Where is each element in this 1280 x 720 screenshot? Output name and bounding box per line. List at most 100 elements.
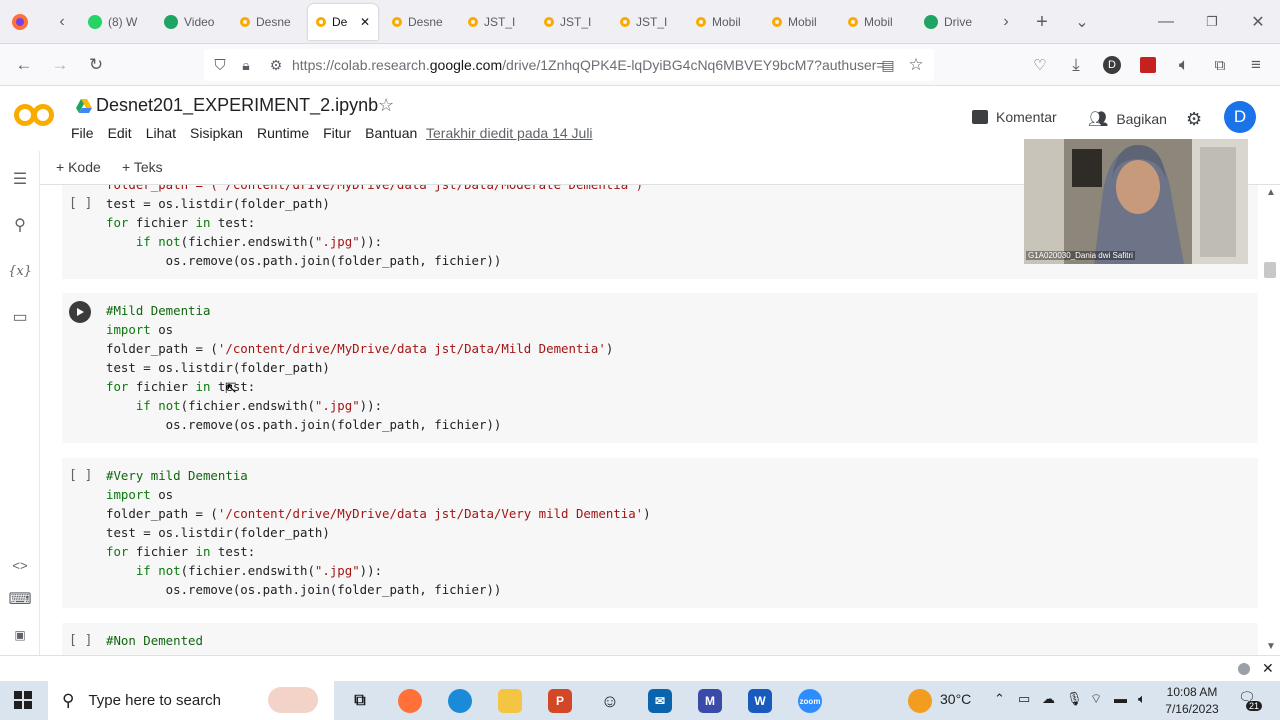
back-icon[interactable]: ← — [12, 54, 36, 76]
drive-icon[interactable] — [76, 99, 92, 113]
tray-app-icon[interactable]: ▭ — [1018, 691, 1030, 707]
cell-run-bracket[interactable]: [ ] — [69, 468, 92, 483]
clock-time: 10:08 AM — [1166, 685, 1218, 699]
file-explorer-icon[interactable] — [498, 689, 522, 713]
colab-logo-icon[interactable] — [14, 101, 58, 129]
taskbar-search-box[interactable]: ⚲ Type here to search — [48, 681, 334, 720]
command-palette-icon[interactable]: ⌨ — [8, 587, 32, 611]
browser-tab[interactable]: Desne — [232, 4, 304, 40]
reader-view-icon[interactable]: ▤ — [876, 54, 900, 76]
scrollbar-thumb[interactable] — [1264, 262, 1276, 278]
add-text-button[interactable]: + Teks — [122, 159, 163, 175]
address-bar[interactable]: https://colab.research. google.com/drive/… — [204, 49, 934, 81]
code-cell-editor[interactable]: folder_path = ('/content/drive/MyDrive/d… — [106, 185, 643, 194]
comment-button[interactable]: Komentar — [972, 109, 1057, 125]
tab-scroll-left-icon[interactable]: ‹ — [50, 10, 74, 34]
battery-icon[interactable]: ▬ — [1114, 691, 1127, 706]
edge-icon[interactable] — [448, 689, 472, 713]
emoji-app-icon[interactable]: ☺ — [598, 689, 622, 713]
cell-run-bracket[interactable]: [ ] — [69, 633, 92, 648]
minimize-icon[interactable]: — — [1154, 10, 1178, 34]
task-view-icon[interactable]: ⧉ — [348, 689, 372, 713]
terminal-icon[interactable]: ▣ — [8, 623, 32, 647]
speaker-icon[interactable]: 🔈︎ — [1172, 54, 1196, 76]
run-cell-button[interactable] — [69, 301, 91, 323]
downloads-icon[interactable]: ⤓ — [1064, 54, 1088, 76]
app-menu-icon[interactable]: ≡ — [1244, 54, 1268, 76]
search-icon[interactable]: ⚲ — [8, 213, 32, 237]
star-icon[interactable]: ☆ — [378, 95, 394, 116]
last-edited-link[interactable]: Terakhir diedit pada 14 Juli — [426, 125, 593, 141]
variables-icon[interactable]: {x} — [8, 259, 32, 283]
vertical-scrollbar[interactable]: ▲ ▼ — [1262, 185, 1280, 655]
show-hidden-icons-icon[interactable]: ⌃ — [994, 691, 1005, 707]
shield-icon[interactable]: ⛉ — [208, 54, 232, 76]
browser-tab[interactable]: JST_I — [460, 4, 532, 40]
new-tab-icon[interactable]: + — [1030, 10, 1054, 34]
browser-tab[interactable]: JST_I — [612, 4, 684, 40]
microphone-icon[interactable]: 🎙︎ — [1066, 691, 1083, 707]
code-snippets-icon[interactable]: <> — [8, 553, 32, 577]
scroll-down-icon[interactable]: ▼ — [1266, 641, 1276, 652]
browser-tab[interactable]: Desne — [384, 4, 456, 40]
clock[interactable]: 10:08 AM 7/16/2023 — [1162, 684, 1222, 718]
menu-file[interactable]: File — [71, 125, 94, 141]
avatar[interactable]: D — [1224, 101, 1256, 133]
share-button[interactable]: 👥︎ Bagikan — [1088, 109, 1167, 129]
extension-icon[interactable] — [1136, 54, 1160, 76]
close-window-icon[interactable]: ✕ — [1246, 10, 1270, 34]
code-line: if not(fichier.endswith(".jpg")): — [135, 398, 383, 413]
participant-name: G1A020030_Dania dwi Safitri — [1026, 251, 1135, 260]
wifi-icon[interactable]: ⌔ — [1090, 691, 1102, 707]
permissions-icon[interactable]: ⚙︎ — [264, 54, 288, 76]
scroll-up-icon[interactable]: ▲ — [1266, 187, 1276, 198]
menu-runtime[interactable]: Runtime — [257, 125, 309, 141]
tab-scroll-right-icon[interactable]: › — [994, 10, 1018, 34]
browser-tab[interactable]: (8) W — [80, 4, 152, 40]
powerpoint-icon[interactable]: P — [548, 689, 572, 713]
restore-icon[interactable]: ❐ — [1200, 10, 1224, 34]
code-cell[interactable] — [62, 623, 1258, 655]
browser-tab[interactable]: De ✕ — [308, 4, 378, 40]
close-icon[interactable]: ✕ — [1262, 660, 1274, 677]
firefox-taskbar-icon[interactable] — [398, 689, 422, 713]
lock-icon[interactable]: 🔒︎ — [234, 54, 258, 76]
vpn-app-icon[interactable]: M — [698, 689, 722, 713]
extensions-puzzle-icon[interactable]: ⧉ — [1208, 54, 1232, 76]
browser-tab[interactable]: Mobil — [688, 4, 760, 40]
weather-icon[interactable] — [908, 689, 932, 713]
menu-insert[interactable]: Sisipkan — [190, 125, 243, 141]
add-code-button[interactable]: + Kode — [56, 159, 101, 175]
table-of-contents-icon[interactable]: ☰ — [8, 167, 32, 191]
menu-tools[interactable]: Fitur — [323, 125, 351, 141]
mail-icon[interactable]: ✉ — [648, 689, 672, 713]
browser-tab[interactable]: Mobil — [764, 4, 836, 40]
volume-icon[interactable]: 🔈︎ — [1138, 691, 1146, 707]
browser-tab[interactable]: JST_I — [536, 4, 608, 40]
menu-help[interactable]: Bantuan — [365, 125, 417, 141]
windows-start-icon[interactable] — [14, 691, 32, 712]
whatsapp-icon — [88, 15, 102, 29]
pocket-icon[interactable]: ♡ — [1028, 54, 1052, 76]
word-icon[interactable]: W — [748, 689, 772, 713]
notebook-title[interactable]: Desnet201_EXPERIMENT_2.ipynb — [96, 95, 378, 116]
browser-tab[interactable]: Drive — [916, 4, 988, 40]
zoom-icon[interactable]: zoom — [798, 689, 822, 713]
cell-run-bracket[interactable]: [ ] — [69, 196, 92, 211]
forward-icon[interactable]: → — [48, 54, 72, 76]
reload-icon[interactable]: ↻ — [84, 54, 108, 76]
cloud-icon[interactable]: ☁ — [1042, 691, 1055, 707]
temperature-label[interactable]: 30°C — [940, 691, 971, 707]
settings-gear-icon[interactable]: ⚙ — [1186, 109, 1202, 130]
list-all-tabs-icon[interactable]: ⌄ — [1070, 10, 1094, 34]
browser-tab[interactable]: Video — [156, 4, 228, 40]
files-folder-icon[interactable]: ▭ — [8, 305, 32, 329]
account-icon[interactable]: D — [1100, 54, 1124, 76]
menu-edit[interactable]: Edit — [108, 125, 132, 141]
firefox-icon[interactable] — [8, 10, 32, 34]
bookmark-star-icon[interactable]: ☆ — [904, 54, 928, 76]
video-call-overlay[interactable]: G1A020030_Dania dwi Safitri — [1024, 139, 1248, 264]
browser-tab[interactable]: Mobil — [840, 4, 912, 40]
menu-view[interactable]: Lihat — [146, 125, 176, 141]
close-tab-icon[interactable]: ✕ — [360, 15, 370, 29]
